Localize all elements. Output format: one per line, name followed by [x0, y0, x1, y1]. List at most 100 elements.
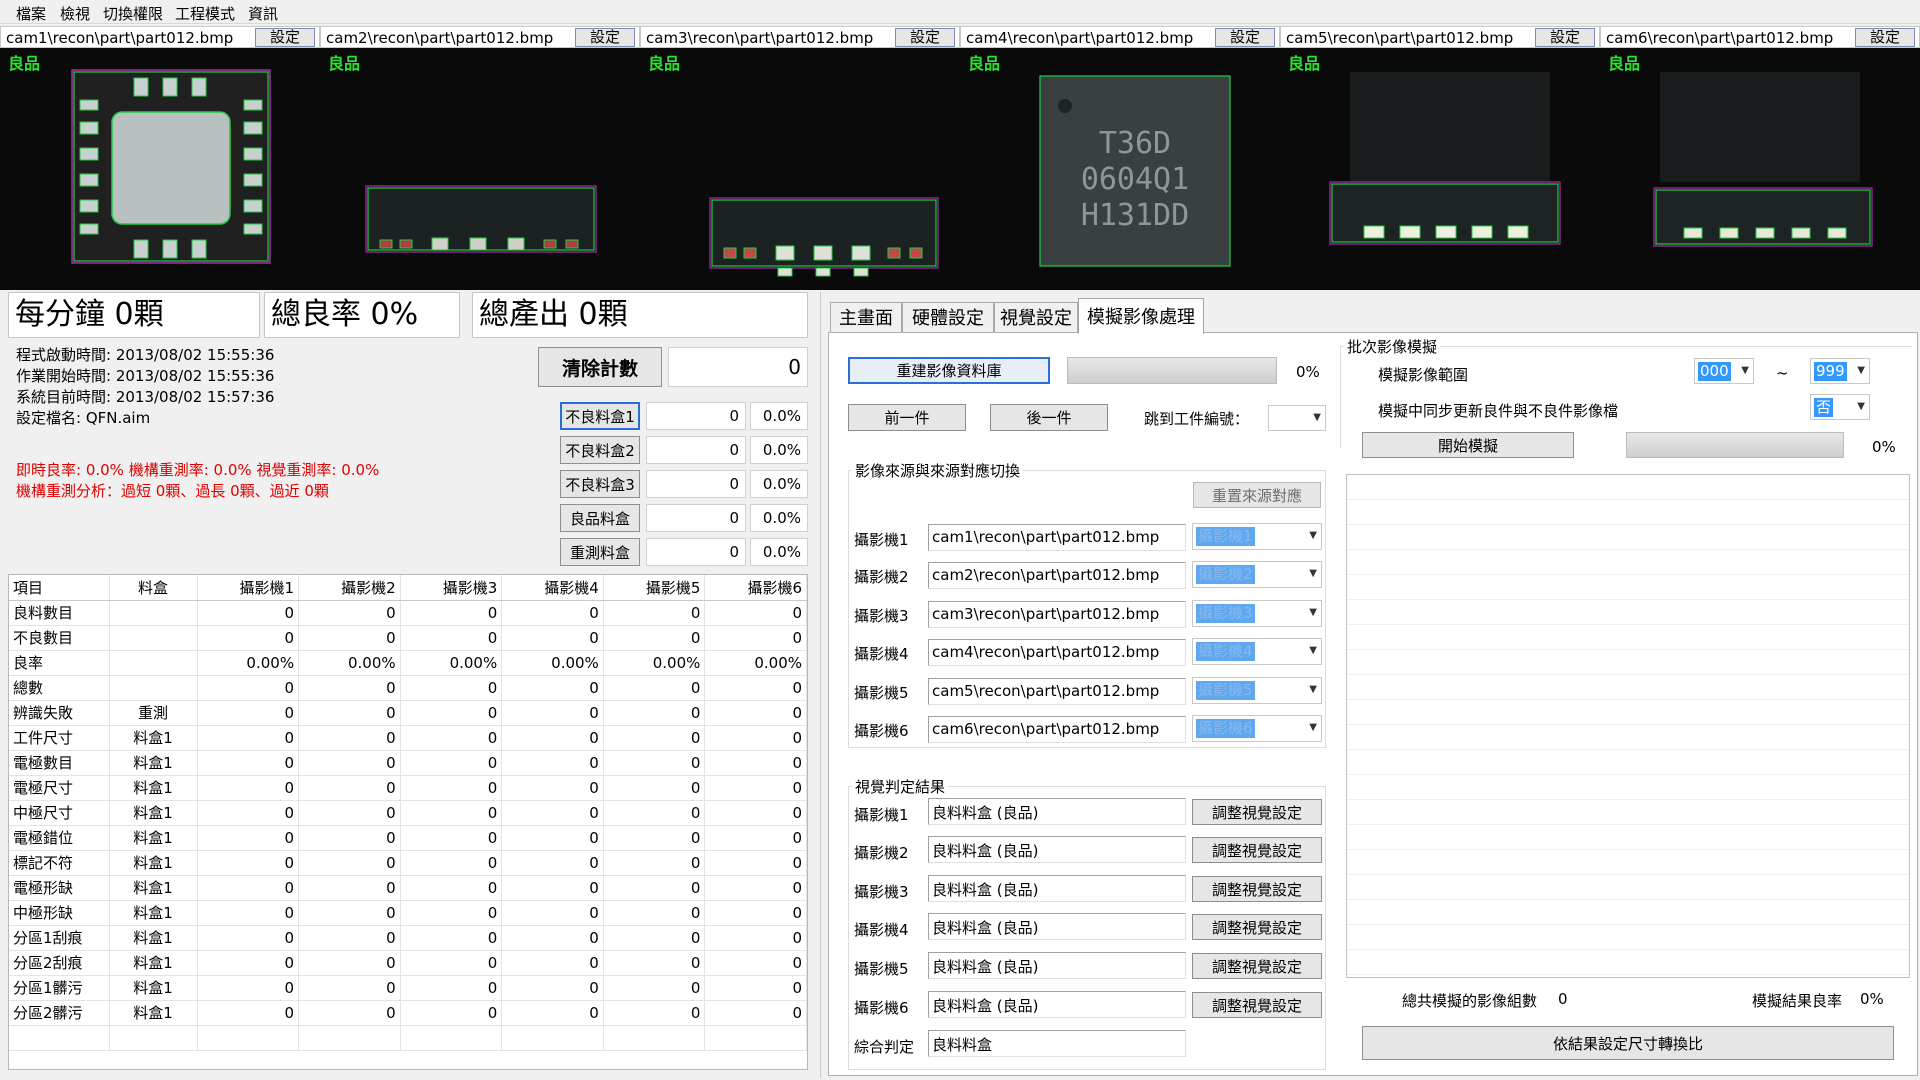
- table-row[interactable]: 電極數目 料盒1 0 0 0 0 0 0: [9, 750, 807, 776]
- column-header-camera-3[interactable]: 攝影機3: [400, 575, 503, 601]
- column-header-camera-2[interactable]: 攝影機2: [298, 575, 401, 601]
- sync-update-select[interactable]: 否 ▼: [1810, 394, 1870, 420]
- source-path-field[interactable]: cam4\recon\part\part012.bmp: [928, 639, 1186, 666]
- row-camera-value-cell: 0: [197, 625, 300, 651]
- source-path-field[interactable]: cam3\recon\part\part012.bmp: [928, 601, 1186, 628]
- column-header-camera-5[interactable]: 攝影機5: [603, 575, 706, 601]
- camera-header: cam2\recon\part\part012.bmp 設定: [320, 26, 640, 48]
- camera-image[interactable]: 良品: [320, 48, 640, 290]
- camera-settings-button[interactable]: 設定: [1855, 28, 1915, 47]
- next-item-button[interactable]: 後一件: [990, 404, 1108, 431]
- source-map-select[interactable]: 攝影機5 ▼: [1192, 677, 1322, 704]
- result-value-field[interactable]: 良料料盒 (良品): [928, 798, 1186, 825]
- adjust-vision-settings-button[interactable]: 調整視覺設定: [1192, 914, 1322, 940]
- result-value-field[interactable]: 良料料盒 (良品): [928, 836, 1186, 863]
- row-camera-value-cell: 0: [298, 825, 401, 851]
- row-camera-value-cell: 0: [400, 975, 503, 1001]
- table-row[interactable]: 不良數目 0 0 0 0 0 0: [9, 625, 807, 651]
- adjust-vision-settings-button[interactable]: 調整視覺設定: [1192, 799, 1322, 825]
- table-row[interactable]: 電極錯位 料盒1 0 0 0 0 0 0: [9, 825, 807, 851]
- table-row[interactable]: 中極尺寸 料盒1 0 0 0 0 0 0: [9, 800, 807, 826]
- column-header-camera-6[interactable]: 攝影機6: [704, 575, 807, 601]
- table-row[interactable]: 辨識失敗 重測 0 0 0 0 0 0: [9, 700, 807, 726]
- table-row[interactable]: 分區1刮痕 料盒1 0 0 0 0 0 0: [9, 925, 807, 951]
- column-header-bin[interactable]: 料盒: [109, 575, 198, 601]
- camera-image[interactable]: 良品: [640, 48, 960, 290]
- overall-judgement-field[interactable]: 良料料盒: [928, 1030, 1186, 1057]
- range-from-select[interactable]: 000 ▼: [1694, 358, 1754, 384]
- menu-switch-permission[interactable]: 切換權限: [103, 3, 163, 24]
- source-map-select[interactable]: 攝影機1 ▼: [1192, 523, 1322, 550]
- result-value-field[interactable]: 良料料盒 (良品): [928, 913, 1186, 940]
- source-map-select[interactable]: 攝影機3 ▼: [1192, 600, 1322, 627]
- table-row[interactable]: 中極形缺 料盒1 0 0 0 0 0 0: [9, 900, 807, 926]
- result-value-field[interactable]: 良料料盒 (良品): [928, 875, 1186, 902]
- bin-button-good[interactable]: 良品料盒: [560, 504, 640, 532]
- table-row[interactable]: 良率 0.00% 0.00% 0.00% 0.00% 0.00% 0.00%: [9, 650, 807, 676]
- column-header-camera-4[interactable]: 攝影機4: [501, 575, 604, 601]
- previous-item-button[interactable]: 前一件: [848, 404, 966, 431]
- start-simulation-button[interactable]: 開始模擬: [1362, 432, 1574, 458]
- tab-simulation-image-processing[interactable]: 模擬影像處理: [1078, 298, 1204, 334]
- table-row[interactable]: 良料數目 0 0 0 0 0 0: [9, 600, 807, 626]
- table-row[interactable]: 總數 0 0 0 0 0 0: [9, 675, 807, 701]
- source-map-select[interactable]: 攝影機6 ▼: [1192, 715, 1322, 742]
- adjust-vision-settings-button[interactable]: 調整視覺設定: [1192, 992, 1322, 1018]
- rebuild-image-database-button[interactable]: 重建影像資料庫: [848, 357, 1050, 384]
- row-bin-cell: 料盒1: [109, 950, 198, 976]
- marking-line-2: 0604Q1: [1080, 162, 1190, 197]
- result-value-field[interactable]: 良料料盒 (良品): [928, 952, 1186, 979]
- camera-settings-button[interactable]: 設定: [255, 28, 315, 47]
- camera-settings-button[interactable]: 設定: [1215, 28, 1275, 47]
- pin1-dot: [1058, 99, 1072, 113]
- bin-count: 0: [646, 470, 746, 498]
- adjust-vision-settings-button[interactable]: 調整視覺設定: [1192, 837, 1322, 863]
- camera-settings-button[interactable]: 設定: [575, 28, 635, 47]
- row-camera-value-cell: 0: [197, 950, 300, 976]
- menu-file[interactable]: 檔案: [16, 3, 46, 24]
- source-path-field[interactable]: cam5\recon\part\part012.bmp: [928, 678, 1186, 705]
- table-row[interactable]: 標記不符 料盒1 0 0 0 0 0 0: [9, 850, 807, 876]
- table-row[interactable]: 電極尺寸 料盒1 0 0 0 0 0 0: [9, 775, 807, 801]
- bin-button-retest[interactable]: 重測料盒: [560, 538, 640, 566]
- camera-image[interactable]: 良品: [1600, 48, 1920, 290]
- table-row[interactable]: 工件尺寸 料盒1 0 0 0 0 0 0: [9, 725, 807, 751]
- row-item-cell: 總數: [9, 675, 110, 701]
- source-path-field[interactable]: cam1\recon\part\part012.bmp: [928, 524, 1186, 551]
- source-map-select[interactable]: 攝影機2 ▼: [1192, 561, 1322, 588]
- table-row[interactable]: 分區1髒污 料盒1 0 0 0 0 0 0: [9, 975, 807, 1001]
- table-row[interactable]: 分區2刮痕 料盒1 0 0 0 0 0 0: [9, 950, 807, 976]
- table-row[interactable]: 電極形缺 料盒1 0 0 0 0 0 0: [9, 875, 807, 901]
- column-header-item[interactable]: 項目: [9, 575, 110, 601]
- simulation-range-label: 模擬影像範圍: [1378, 366, 1469, 384]
- source-path-field[interactable]: cam2\recon\part\part012.bmp: [928, 562, 1186, 589]
- column-header-camera-1[interactable]: 攝影機1: [197, 575, 300, 601]
- reset-source-mapping-button[interactable]: 重置來源對應: [1193, 482, 1321, 508]
- simulation-log-list[interactable]: [1346, 474, 1910, 978]
- source-map-select[interactable]: 攝影機4 ▼: [1192, 638, 1322, 665]
- tab-main[interactable]: 主畫面: [830, 302, 902, 332]
- bin-button-reject-2[interactable]: 不良料盒2: [560, 436, 640, 464]
- adjust-vision-settings-button[interactable]: 調整視覺設定: [1192, 953, 1322, 979]
- adjust-vision-settings-button[interactable]: 調整視覺設定: [1192, 876, 1322, 902]
- menu-info[interactable]: 資訊: [248, 3, 278, 24]
- camera-settings-button[interactable]: 設定: [895, 28, 955, 47]
- table-row[interactable]: 分區2髒污 料盒1 0 0 0 0 0 0: [9, 1000, 807, 1026]
- clear-count-button[interactable]: 清除計數: [538, 347, 662, 387]
- menu-view[interactable]: 檢視: [60, 3, 90, 24]
- menu-engineering-mode[interactable]: 工程模式: [175, 3, 235, 24]
- camera-image[interactable]: 良品: [1280, 48, 1600, 290]
- bin-button-reject-1[interactable]: 不良料盒1: [560, 402, 640, 430]
- camera-settings-button[interactable]: 設定: [1535, 28, 1595, 47]
- tab-vision-settings[interactable]: 視覺設定: [994, 302, 1078, 332]
- camera-image[interactable]: 良品: [0, 48, 320, 290]
- row-camera-value-cell: 0: [704, 975, 807, 1001]
- result-value-field[interactable]: 良料料盒 (良品): [928, 991, 1186, 1018]
- set-size-conversion-button[interactable]: 依結果設定尺寸轉換比: [1362, 1026, 1894, 1060]
- range-to-select[interactable]: 999 ▼: [1810, 358, 1870, 384]
- bin-button-reject-3[interactable]: 不良料盒3: [560, 470, 640, 498]
- camera-image[interactable]: T36D 0604Q1 H131DD 良品: [960, 48, 1280, 290]
- jump-to-item-select[interactable]: ▼: [1268, 405, 1326, 431]
- source-path-field[interactable]: cam6\recon\part\part012.bmp: [928, 716, 1186, 743]
- tab-hardware-settings[interactable]: 硬體設定: [902, 302, 994, 332]
